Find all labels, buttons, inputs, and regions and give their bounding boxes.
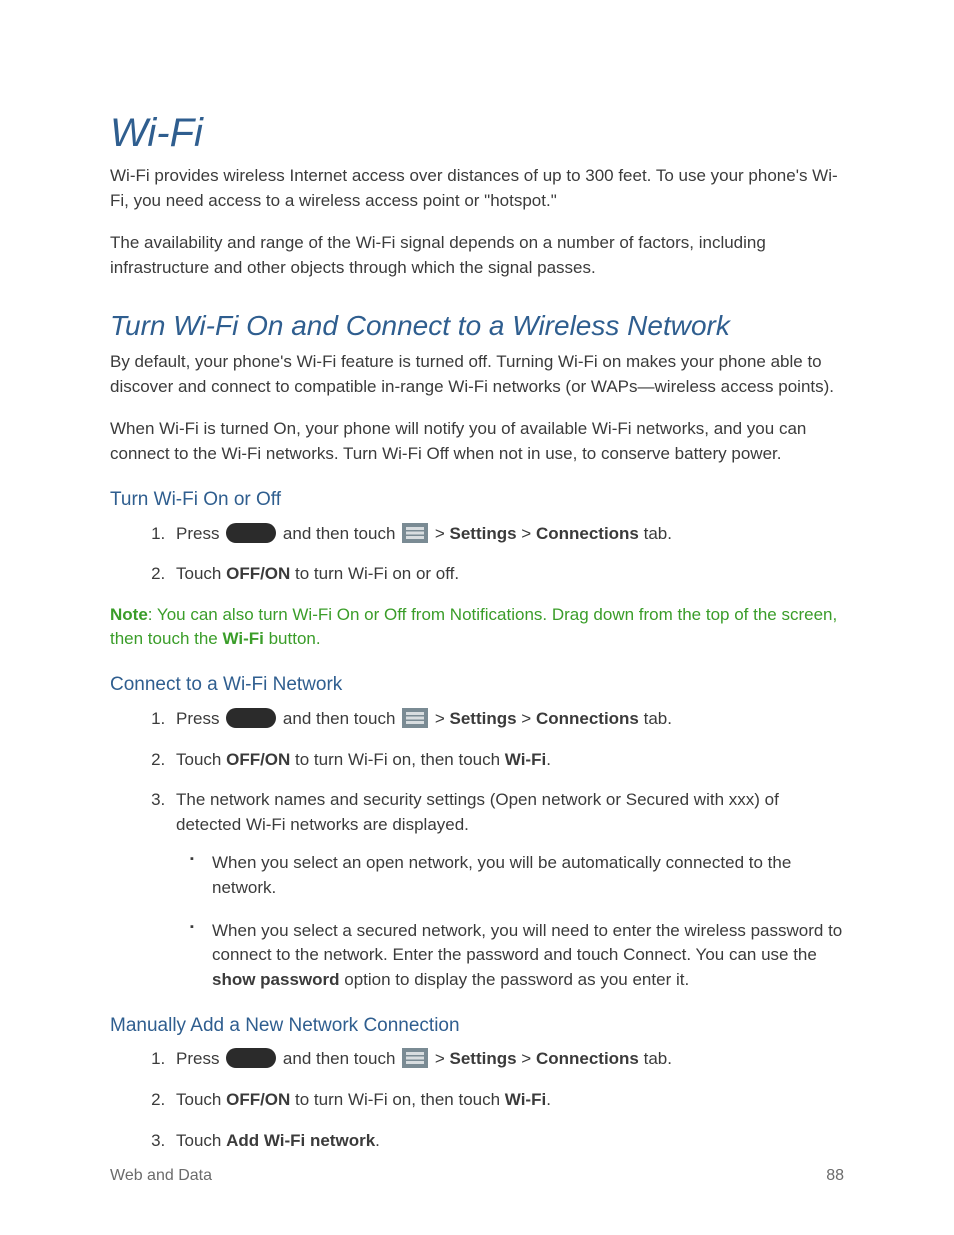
step-text: to turn Wi-Fi on or off. (290, 564, 459, 583)
list-item: Press and then touch > Settings > Connec… (170, 1047, 844, 1072)
note-text: You can also turn Wi-Fi On or Off from N… (110, 605, 837, 649)
step-text: tab. (639, 709, 672, 728)
step-text: Press (176, 709, 224, 728)
wifi-label: Wi-Fi (505, 750, 546, 769)
home-key-icon (226, 523, 276, 543)
step-text: tab. (639, 524, 672, 543)
step-text: tab. (639, 1049, 672, 1068)
steps-list-b: Press and then touch > Settings > Connec… (110, 707, 844, 993)
list-item: The network names and security settings … (170, 788, 844, 992)
list-item: When you select an open network, you wil… (212, 851, 844, 900)
step-text: to turn Wi-Fi on, then touch (290, 750, 504, 769)
step-text: and then touch (278, 709, 400, 728)
show-password-label: show password (212, 970, 340, 989)
section-paragraph-2: When Wi-Fi is turned On, your phone will… (110, 417, 844, 466)
subheading-connect: Connect to a Wi-Fi Network (110, 674, 844, 697)
step-text: The network names and security settings … (176, 790, 779, 834)
wifi-label: Wi-Fi (222, 629, 263, 648)
step-text: and then touch (278, 1049, 400, 1068)
home-key-icon (226, 1048, 276, 1068)
page-title: Wi-Fi (110, 110, 844, 156)
steps-list-c: Press and then touch > Settings > Connec… (110, 1047, 844, 1153)
note-paragraph: Note: You can also turn Wi-Fi On or Off … (110, 603, 844, 652)
footer-page-number: 88 (826, 1167, 844, 1185)
document-page: Wi-Fi Wi-Fi provides wireless Internet a… (0, 0, 954, 1235)
note-sep: : (148, 605, 157, 624)
step-text: Press (176, 1049, 224, 1068)
list-item: When you select a secured network, you w… (212, 919, 844, 993)
step-text: > (430, 1049, 449, 1068)
intro-paragraph-1: Wi-Fi provides wireless Internet access … (110, 164, 844, 213)
step-text: Press (176, 524, 224, 543)
footer-section-name: Web and Data (110, 1167, 212, 1185)
step-text: . (546, 750, 551, 769)
list-item: Touch OFF/ON to turn Wi-Fi on, then touc… (170, 1088, 844, 1113)
bullet-text: option to display the password as you en… (340, 970, 690, 989)
section-heading-turn-on: Turn Wi-Fi On and Connect to a Wireless … (110, 309, 844, 343)
step-text: Touch (176, 750, 226, 769)
section-paragraph-1: By default, your phone's Wi-Fi feature i… (110, 350, 844, 399)
settings-label: Settings (450, 524, 517, 543)
step-text: to turn Wi-Fi on, then touch (290, 1090, 504, 1109)
step-text: Touch (176, 564, 226, 583)
page-footer: Web and Data 88 (110, 1167, 844, 1185)
step-text: > (517, 709, 536, 728)
step-text: . (375, 1131, 380, 1150)
subheading-turn-on-off: Turn Wi-Fi On or Off (110, 489, 844, 512)
note-text: button. (264, 629, 321, 648)
list-item: Touch OFF/ON to turn Wi-Fi on or off. (170, 562, 844, 587)
home-key-icon (226, 708, 276, 728)
step-text: and then touch (278, 524, 400, 543)
step-text: > (517, 1049, 536, 1068)
step-text: Touch (176, 1131, 226, 1150)
list-item: Touch OFF/ON to turn Wi-Fi on, then touc… (170, 748, 844, 773)
note-label: Note (110, 605, 148, 624)
list-item: Press and then touch > Settings > Connec… (170, 707, 844, 732)
connections-label: Connections (536, 709, 639, 728)
settings-label: Settings (450, 1049, 517, 1068)
step-text: . (546, 1090, 551, 1109)
bullet-text: When you select a secured network, you w… (212, 921, 842, 965)
step-text: > (430, 524, 449, 543)
subheading-manual-add: Manually Add a New Network Connection (110, 1015, 844, 1038)
off-on-label: OFF/ON (226, 564, 290, 583)
step-text: Touch (176, 1090, 226, 1109)
add-wifi-network-label: Add Wi-Fi network (226, 1131, 375, 1150)
settings-label: Settings (450, 709, 517, 728)
menu-icon (402, 523, 428, 543)
connections-label: Connections (536, 1049, 639, 1068)
menu-icon (402, 708, 428, 728)
off-on-label: OFF/ON (226, 1090, 290, 1109)
step-text: > (430, 709, 449, 728)
step-text: > (517, 524, 536, 543)
list-item: Press and then touch > Settings > Connec… (170, 522, 844, 547)
wifi-label: Wi-Fi (505, 1090, 546, 1109)
list-item: Touch Add Wi-Fi network. (170, 1129, 844, 1154)
menu-icon (402, 1048, 428, 1068)
connections-label: Connections (536, 524, 639, 543)
sub-bullets: When you select an open network, you wil… (176, 851, 844, 992)
off-on-label: OFF/ON (226, 750, 290, 769)
steps-list-a: Press and then touch > Settings > Connec… (110, 522, 844, 587)
intro-paragraph-2: The availability and range of the Wi-Fi … (110, 231, 844, 280)
